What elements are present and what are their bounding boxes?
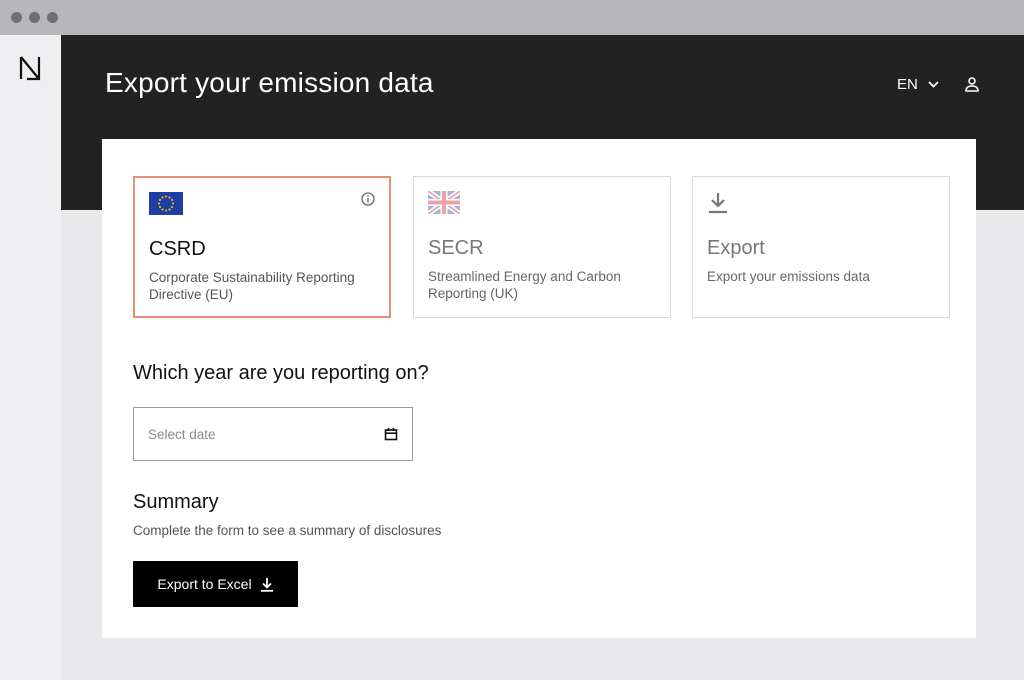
calendar-icon[interactable] <box>384 427 398 441</box>
date-placeholder: Select date <box>148 427 216 442</box>
language-selector[interactable]: EN <box>897 76 939 93</box>
window-dot[interactable] <box>11 12 22 23</box>
card-csrd[interactable]: CSRD Corporate Sustainability Reporting … <box>133 176 391 318</box>
info-icon[interactable] <box>361 192 375 206</box>
date-picker[interactable]: Select date <box>133 407 413 461</box>
card-description: Streamlined Energy and Carbon Reporting … <box>428 269 621 301</box>
card-export[interactable]: Export Export your emissions data <box>692 176 950 318</box>
card-title: SECR <box>428 237 484 259</box>
export-to-excel-button[interactable]: Export to Excel <box>133 561 298 607</box>
chevron-down-icon <box>928 81 939 88</box>
export-panel: CSRD Corporate Sustainability Reporting … <box>102 139 976 638</box>
card-secr[interactable]: SECR Streamlined Energy and Carbon Repor… <box>413 176 671 318</box>
left-nav <box>0 35 61 680</box>
card-description: Corporate Sustainability Reporting Direc… <box>149 270 355 302</box>
page-title: Export your emission data <box>105 67 434 98</box>
download-icon <box>260 577 273 592</box>
card-title: Export <box>707 237 765 259</box>
year-question: Which year are you reporting on? <box>133 362 429 384</box>
card-title: CSRD <box>149 238 206 260</box>
user-icon[interactable] <box>963 75 981 95</box>
uk-flag-icon <box>428 191 460 214</box>
logo-icon[interactable] <box>18 55 44 81</box>
window-dot[interactable] <box>29 12 40 23</box>
eu-flag-icon <box>149 192 183 215</box>
download-icon <box>709 193 727 214</box>
window-titlebar <box>0 0 1024 35</box>
window-dot[interactable] <box>47 12 58 23</box>
card-description: Export your emissions data <box>707 269 870 284</box>
summary-description: Complete the form to see a summary of di… <box>133 523 442 538</box>
summary-title: Summary <box>133 491 219 513</box>
language-label: EN <box>897 76 918 93</box>
export-button-label: Export to Excel <box>157 576 252 592</box>
